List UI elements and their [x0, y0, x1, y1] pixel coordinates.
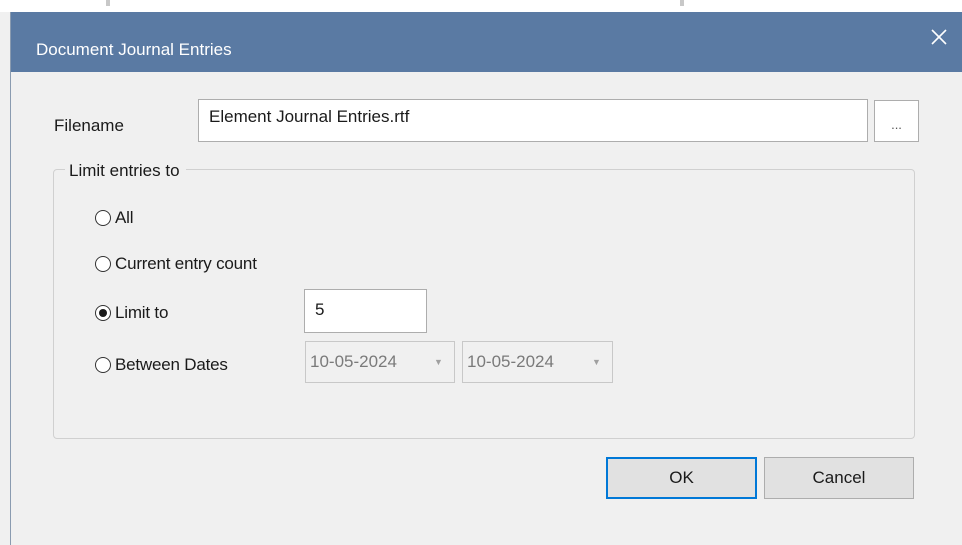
radio-all-icon — [95, 210, 111, 226]
date-to-value: 10-05-2024 — [467, 352, 554, 371]
close-button[interactable] — [922, 20, 956, 54]
limit-entries-group — [53, 169, 915, 439]
background-marker — [106, 0, 110, 6]
radio-limit-to[interactable]: Limit to — [95, 303, 168, 323]
date-from-value: 10-05-2024 — [310, 352, 397, 371]
close-icon — [931, 29, 947, 45]
radio-between-icon — [95, 357, 111, 373]
cancel-button[interactable]: Cancel — [764, 457, 914, 499]
radio-all[interactable]: All — [95, 208, 134, 228]
title-bar[interactable]: Document Journal Entries — [11, 12, 962, 72]
limit-entries-legend: Limit entries to — [65, 161, 186, 181]
dialog-title: Document Journal Entries — [36, 40, 232, 59]
document-journal-dialog: Document Journal Entries Filename Elemen… — [10, 12, 962, 545]
limit-count-input[interactable]: 5 — [304, 289, 427, 333]
radio-limit-to-icon — [95, 305, 111, 321]
background-marker — [680, 0, 684, 6]
date-to-picker[interactable]: 10-05-2024 ▼ — [462, 341, 613, 383]
chevron-down-icon: ▼ — [592, 357, 601, 367]
radio-current-label: Current entry count — [115, 254, 257, 273]
radio-current-entry-count[interactable]: Current entry count — [95, 254, 257, 274]
filename-input[interactable]: Element Journal Entries.rtf — [198, 99, 868, 142]
browse-button[interactable]: ... — [874, 100, 919, 142]
ok-button[interactable]: OK — [606, 457, 757, 499]
date-from-picker[interactable]: 10-05-2024 ▼ — [305, 341, 455, 383]
radio-limit-to-label: Limit to — [115, 303, 169, 322]
radio-between-dates[interactable]: Between Dates — [95, 355, 228, 375]
radio-current-icon — [95, 256, 111, 272]
filename-label: Filename — [54, 116, 124, 135]
radio-between-label: Between Dates — [115, 355, 228, 374]
chevron-down-icon: ▼ — [434, 357, 443, 367]
background-window-strip — [0, 0, 962, 12]
radio-all-label: All — [115, 208, 134, 227]
